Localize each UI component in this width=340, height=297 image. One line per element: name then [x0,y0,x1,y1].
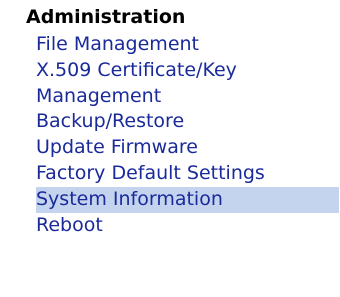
menu-item-reboot[interactable]: Reboot [36,213,339,239]
menu-item-update-firmware[interactable]: Update Firmware [36,135,339,161]
menu-link-update-firmware[interactable]: Update Firmware [36,135,339,161]
menu-item-file-management[interactable]: File Management [36,32,339,58]
menu-item-system-information[interactable]: System Information [36,186,339,213]
menu-link-system-information[interactable]: System Information [36,187,339,213]
admin-menu: File Management X.509 Certificate/Key Ma… [26,32,340,238]
section-title-administration: Administration [26,6,186,28]
menu-item-certificate-key-management[interactable]: X.509 Certificate/Key Management [36,58,339,110]
admin-nav: Administration File Management X.509 Cer… [26,6,340,238]
menu-item-backup-restore[interactable]: Backup/Restore [36,109,339,135]
menu-item-factory-default-settings[interactable]: Factory Default Settings [36,161,339,187]
menu-link-factory-default-settings[interactable]: Factory Default Settings [36,161,339,187]
menu-link-certificate-key-management[interactable]: X.509 Certificate/Key Management [36,58,326,110]
menu-link-file-management[interactable]: File Management [36,32,339,58]
menu-link-backup-restore[interactable]: Backup/Restore [36,109,339,135]
menu-link-reboot[interactable]: Reboot [36,213,339,239]
